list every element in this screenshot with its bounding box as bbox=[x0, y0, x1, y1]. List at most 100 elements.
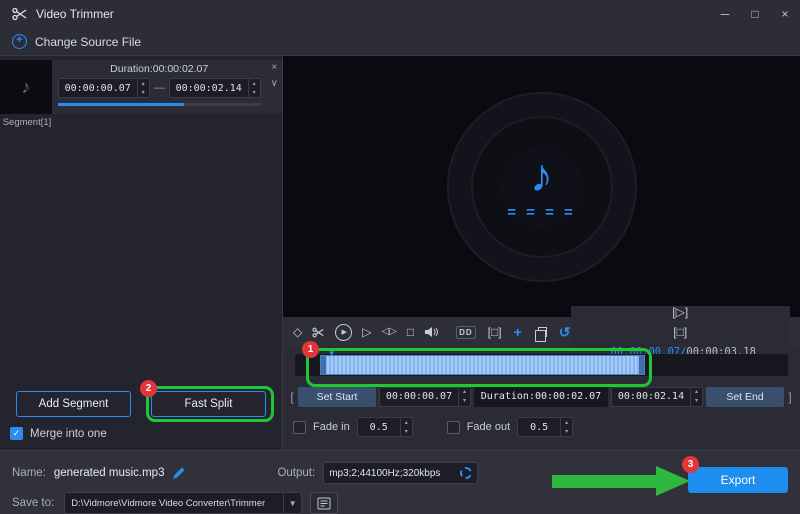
trim-controls-row: [ Set Start 00:00:00.07 ▴▾ Duration:00:0… bbox=[283, 383, 800, 410]
annotation-step-1-badge: 1 bbox=[302, 341, 319, 358]
music-note-icon: ♪ bbox=[21, 77, 30, 98]
up-arrow-icon[interactable]: ▴ bbox=[401, 418, 412, 427]
spinner-arrows[interactable]: ▴▾ bbox=[137, 79, 149, 97]
spinner-arrows[interactable]: ▴▾ bbox=[400, 418, 412, 436]
gear-icon[interactable] bbox=[460, 467, 472, 479]
volume-icon[interactable] bbox=[424, 326, 440, 338]
save-to-label: Save to: bbox=[12, 497, 54, 509]
down-arrow-icon[interactable]: ▾ bbox=[691, 397, 702, 406]
spinner-arrows[interactable]: ▴▾ bbox=[690, 388, 702, 406]
spinner-arrows[interactable]: ▴▾ bbox=[560, 418, 572, 436]
play-region-icon[interactable]: [▷] bbox=[672, 306, 688, 318]
chevron-down-icon[interactable]: ▼ bbox=[283, 493, 301, 513]
down-arrow-icon[interactable]: ▾ bbox=[138, 88, 149, 97]
down-arrow-icon[interactable]: ▾ bbox=[401, 427, 412, 436]
browse-folder-button[interactable] bbox=[310, 492, 338, 514]
next-frame-icon[interactable]: ▷ bbox=[362, 326, 371, 338]
copy-icon[interactable] bbox=[538, 327, 547, 337]
scissors-icon bbox=[12, 7, 28, 21]
main-area: ♪ Duration:00:00:02.07 00:00:00.07 ▴▾ — … bbox=[0, 56, 800, 450]
selection-right-handle[interactable] bbox=[639, 356, 644, 374]
duplicate-icon[interactable]: DD bbox=[456, 326, 476, 339]
merge-checkbox[interactable]: ✓ bbox=[10, 427, 23, 440]
up-arrow-icon[interactable]: ▴ bbox=[138, 79, 149, 88]
playback-group: ◇ ▶ ▷ ◁▷ □ bbox=[293, 324, 440, 341]
snapshot-icon[interactable]: [□] bbox=[488, 326, 502, 338]
fade-out-spinner[interactable]: 0.5 ▴▾ bbox=[517, 417, 573, 437]
timeline-selection[interactable] bbox=[320, 355, 645, 375]
spinner-arrows[interactable]: ▴▾ bbox=[248, 79, 260, 97]
segment-collapse-icon[interactable]: ∨ bbox=[271, 78, 278, 89]
down-arrow-icon[interactable]: ▾ bbox=[249, 88, 260, 97]
name-output-row: Name: generated music.mp3 Output: mp3;2;… bbox=[12, 461, 788, 485]
up-arrow-icon[interactable]: ▴ bbox=[249, 79, 260, 88]
play-icon: ▶ bbox=[342, 328, 347, 336]
player-toolbar: ◇ ▶ ▷ ◁▷ □ DD [□] + ↺ bbox=[283, 317, 800, 347]
stop-region-icon[interactable]: [□] bbox=[673, 326, 687, 338]
set-end-button[interactable]: Set End bbox=[706, 387, 784, 407]
close-button[interactable]: × bbox=[770, 0, 800, 28]
segment-strip[interactable]: ♪ Duration:00:00:02.07 00:00:00.07 ▴▾ — … bbox=[0, 60, 282, 114]
playhead-triangle-icon[interactable]: ▼ bbox=[328, 350, 336, 358]
output-format-dropdown[interactable]: mp3;2;44100Hz;320kbps bbox=[323, 462, 478, 484]
reset-undo-icon[interactable]: ↺ bbox=[559, 325, 571, 339]
trim-end-value: 00:00:02.14 bbox=[612, 388, 690, 406]
segment-start-spinner[interactable]: 00:00:00.07 ▴▾ bbox=[58, 78, 150, 98]
segment-end-spinner[interactable]: 00:00:02.14 ▴▾ bbox=[169, 78, 261, 98]
annotation-step-3-badge: 3 bbox=[682, 456, 699, 473]
trim-start-value: 00:00:00.07 bbox=[380, 388, 458, 406]
fade-out-checkbox[interactable] bbox=[447, 421, 460, 434]
merge-into-one-row[interactable]: ✓ Merge into one bbox=[0, 427, 282, 450]
fade-in-control: Fade in 0.5 ▴▾ bbox=[293, 417, 413, 437]
video-preview: ♪ = = = = bbox=[283, 56, 800, 317]
titlebar: Video Trimmer ─ □ × bbox=[0, 0, 800, 28]
fast-split-button[interactable]: Fast Split bbox=[151, 391, 266, 417]
maximize-button[interactable]: □ bbox=[740, 0, 770, 28]
video-trimmer-window: Video Trimmer ─ □ × + Change Source File… bbox=[0, 0, 800, 514]
segment-times: 00:00:00.07 ▴▾ — 00:00:02.14 ▴▾ bbox=[58, 78, 261, 98]
up-arrow-icon[interactable]: ▴ bbox=[459, 388, 470, 397]
add-segment-button[interactable]: Add Segment bbox=[16, 391, 131, 417]
up-arrow-icon[interactable]: ▴ bbox=[691, 388, 702, 397]
segment-thumbnail[interactable]: ♪ bbox=[0, 60, 52, 114]
spinner-arrows[interactable]: ▴▾ bbox=[458, 388, 470, 406]
export-button[interactable]: Export bbox=[688, 467, 788, 493]
save-to-dropdown[interactable]: D:\Vidmore\Vidmore Video Converter\Trimm… bbox=[64, 492, 302, 514]
fade-out-value: 0.5 bbox=[518, 418, 560, 436]
trim-end-spinner[interactable]: 00:00:02.14 ▴▾ bbox=[611, 387, 703, 407]
play-button[interactable]: ▶ bbox=[335, 324, 352, 341]
stop-icon[interactable]: □ bbox=[407, 326, 414, 338]
output-format-value: mp3;2;44100Hz;320kbps bbox=[329, 468, 456, 479]
segment-start-value: 00:00:00.07 bbox=[59, 79, 137, 97]
segment-buttons: Add Segment Fast Split bbox=[0, 391, 282, 417]
segment-progress-bar bbox=[58, 103, 261, 106]
playhead-marker-icon[interactable]: ◇ bbox=[293, 326, 302, 338]
segment-close-icon[interactable]: × bbox=[271, 62, 277, 73]
fade-controls-row: Fade in 0.5 ▴▾ Fade out 0.5 ▴▾ bbox=[283, 410, 800, 450]
segment-list-empty-area bbox=[0, 128, 282, 391]
cut-scissors-icon[interactable] bbox=[312, 327, 325, 338]
fade-out-control: Fade out 0.5 ▴▾ bbox=[447, 417, 573, 437]
equalizer-dashes: = = = = bbox=[507, 204, 576, 221]
down-arrow-icon[interactable]: ▾ bbox=[561, 427, 572, 436]
change-source-button[interactable]: + Change Source File bbox=[12, 34, 141, 49]
add-segment-icon[interactable]: + bbox=[514, 325, 522, 339]
trim-start-spinner[interactable]: 00:00:00.07 ▴▾ bbox=[379, 387, 471, 407]
fade-in-checkbox[interactable] bbox=[293, 421, 306, 434]
segment-label: Segment[1] bbox=[0, 117, 54, 128]
output-label: Output: bbox=[277, 467, 315, 479]
trim-duration-label: Duration:00:00:02.07 bbox=[474, 387, 608, 407]
left-bracket: [ bbox=[289, 390, 295, 404]
edit-name-pencil-icon[interactable] bbox=[173, 467, 185, 479]
set-start-button[interactable]: Set Start bbox=[298, 387, 376, 407]
fade-in-spinner[interactable]: 0.5 ▴▾ bbox=[357, 417, 413, 437]
down-arrow-icon[interactable]: ▾ bbox=[459, 397, 470, 406]
minimize-button[interactable]: ─ bbox=[710, 0, 740, 28]
footer-bar: Name: generated music.mp3 Output: mp3;2;… bbox=[0, 450, 800, 514]
selection-left-handle[interactable] bbox=[321, 356, 326, 374]
window-title: Video Trimmer bbox=[36, 7, 114, 21]
timeline-track[interactable]: ▼ bbox=[295, 354, 788, 376]
file-name-value: generated music.mp3 bbox=[54, 467, 165, 479]
split-icon[interactable]: ◁▷ bbox=[381, 327, 396, 337]
up-arrow-icon[interactable]: ▴ bbox=[561, 418, 572, 427]
